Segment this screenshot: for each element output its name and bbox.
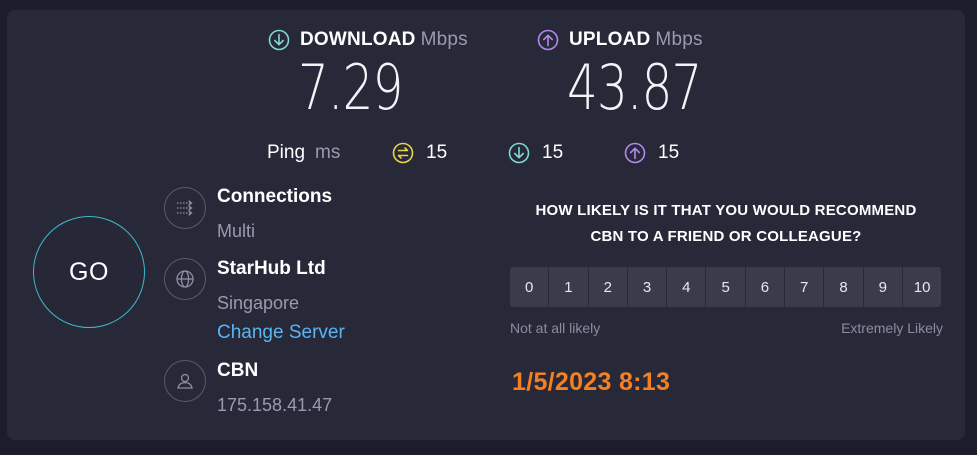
isp-name: CBN <box>217 360 259 381</box>
upload-arrow-icon <box>537 29 559 51</box>
go-button[interactable]: GO <box>33 216 145 328</box>
connections-icon <box>164 187 206 229</box>
ping-upload-arrow-icon <box>624 142 646 164</box>
ping-label: Ping <box>267 142 306 163</box>
nps-option-6[interactable]: 6 <box>745 267 785 307</box>
download-value: 7.29 <box>298 51 403 124</box>
user-icon <box>164 360 206 402</box>
nps-scale: 0 1 2 3 4 5 6 7 8 9 10 <box>510 267 942 307</box>
connections-title: Connections <box>217 186 333 207</box>
download-header: DOWNLOAD Mbps <box>268 29 468 51</box>
nps-option-2[interactable]: 2 <box>588 267 627 307</box>
ping-idle: 15 <box>392 142 447 164</box>
upload-value: 43.87 <box>567 51 702 124</box>
ping-download: 15 <box>508 142 563 164</box>
server-location: Singapore <box>217 293 300 313</box>
upload-header: UPLOAD Mbps <box>537 29 703 51</box>
nps-option-3[interactable]: 3 <box>627 267 667 307</box>
survey-question-line1: HOW LIKELY IS IT THAT YOU WOULD RECOMMEN… <box>535 202 917 219</box>
globe-icon <box>164 258 206 300</box>
nps-option-5[interactable]: 5 <box>706 267 745 307</box>
ping-download-value: 15 <box>542 142 564 163</box>
isp-ip: 175.158.41.47 <box>217 395 333 415</box>
nps-low-label: Not at all likely <box>510 320 601 336</box>
ping-idle-value: 15 <box>426 142 448 163</box>
ping-jitter-icon <box>392 142 414 164</box>
connections-value: Multi <box>217 221 256 241</box>
download-arrow-icon <box>268 29 290 51</box>
upload-label: UPLOAD <box>569 29 651 50</box>
server-name: StarHub Ltd <box>217 258 326 279</box>
nps-option-4[interactable]: 4 <box>667 267 706 307</box>
nps-high-label: Extremely Likely <box>841 320 943 336</box>
nps-option-10[interactable]: 10 <box>902 267 942 307</box>
nps-option-8[interactable]: 8 <box>824 267 863 307</box>
survey-question: HOW LIKELY IS IT THAT YOU WOULD RECOMMEN… <box>505 198 947 250</box>
upload-unit: Mbps <box>655 29 703 50</box>
download-unit: Mbps <box>420 29 468 50</box>
nps-option-7[interactable]: 7 <box>785 267 824 307</box>
nps-option-9[interactable]: 9 <box>863 267 902 307</box>
survey-question-line2: CBN TO A FRIEND OR COLLEAGUE? <box>590 228 862 245</box>
ping-unit: ms <box>315 142 341 163</box>
ping-upload-value: 15 <box>658 142 680 163</box>
nps-option-0[interactable]: 0 <box>510 267 549 307</box>
ping-download-arrow-icon <box>508 142 530 164</box>
ping-label-group: Ping ms <box>267 142 340 164</box>
change-server-link[interactable]: Change Server <box>217 322 345 344</box>
nps-option-1[interactable]: 1 <box>549 267 588 307</box>
timestamp-overlay: 1/5/2023 8:13 <box>512 368 671 396</box>
download-label: DOWNLOAD <box>300 29 416 50</box>
ping-upload: 15 <box>624 142 679 164</box>
